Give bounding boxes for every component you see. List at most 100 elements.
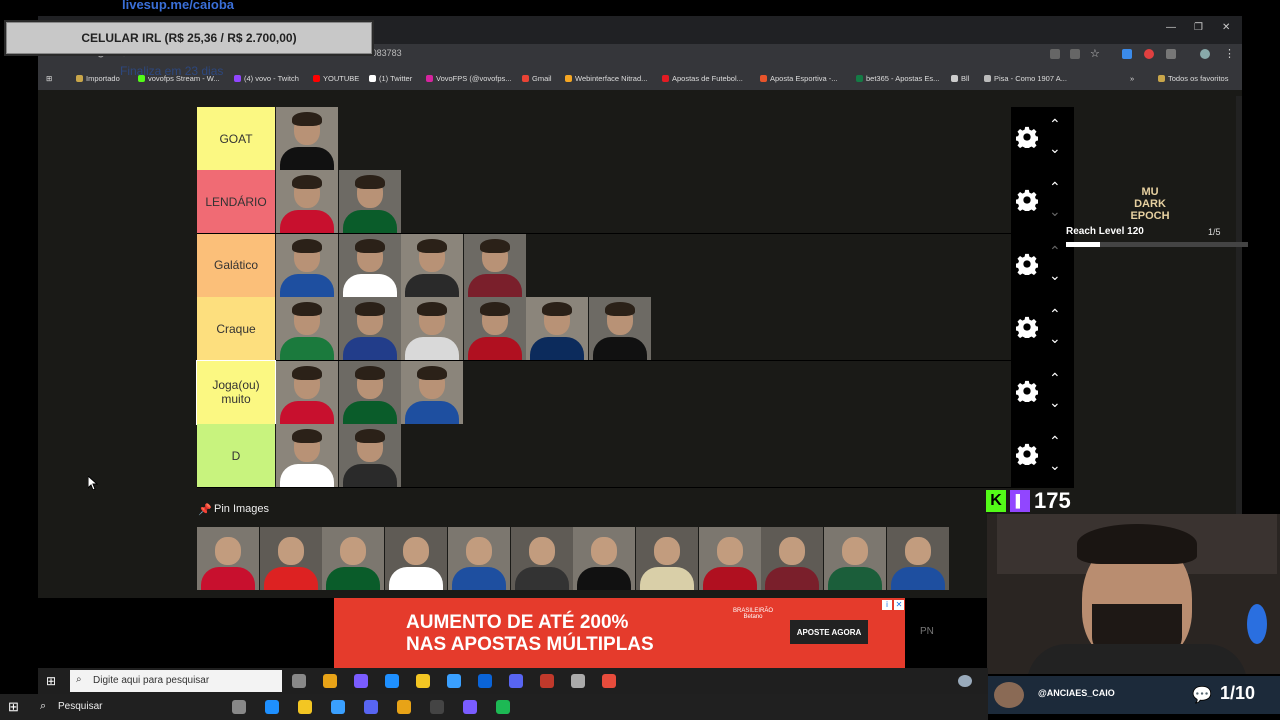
pin-player-image[interactable] [761,527,824,590]
profile-avatar[interactable] [1200,49,1210,59]
restore-icon[interactable]: ❐ [1194,22,1203,33]
store-icon[interactable] [331,700,345,714]
task-view-icon[interactable] [292,674,306,688]
explorer-icon[interactable] [298,700,312,714]
move-down-icon[interactable]: ⌄ [1049,458,1061,472]
pin-player-image[interactable] [573,527,636,590]
bookmark-gmail[interactable]: Gmail [522,74,552,83]
settings-gear-icon[interactable] [1016,253,1038,275]
bookmark-importado[interactable]: Importado [76,74,120,83]
pin-player-image[interactable] [322,527,385,590]
star-icon[interactable]: ☆ [1090,47,1100,60]
edge-icon[interactable] [385,674,399,688]
extension-icon-2[interactable] [1144,49,1154,59]
zoom-icon[interactable] [1070,49,1080,59]
player-image[interactable] [401,360,464,424]
pin-player-image[interactable] [510,527,573,590]
player-image[interactable] [338,424,401,487]
app-icon[interactable] [463,700,477,714]
player-image[interactable] [526,297,589,361]
player-image[interactable] [401,233,464,297]
move-up-icon[interactable]: ⌃ [1049,307,1061,321]
task-view-icon[interactable] [232,700,246,714]
outer-search-label[interactable]: Pesquisar [58,701,102,712]
discord-icon[interactable] [509,674,523,688]
outlook-icon[interactable] [478,674,492,688]
tier-label[interactable]: D [197,424,275,487]
settings-gear-icon[interactable] [1016,443,1038,465]
bookmark-twitch[interactable]: (4) vovo - Twitch [234,74,299,83]
ad-cta-button[interactable]: APOSTE AGORA [790,620,868,644]
app-icon-grey[interactable] [571,674,585,688]
settings-gear-icon[interactable] [1016,380,1038,402]
bookmark-bet365[interactable]: bet365 - Apostas Es... [856,74,939,83]
app-icon[interactable] [354,674,368,688]
player-image[interactable] [338,170,401,234]
player-image[interactable] [338,297,401,361]
start-icon[interactable]: ⊞ [8,699,19,715]
chrome-icon[interactable] [323,674,337,688]
player-image[interactable] [276,170,338,234]
pin-player-image[interactable] [886,527,949,590]
close-icon[interactable]: ✕ [1222,22,1230,33]
bookmark-aposta-esportiva[interactable]: Aposta Esportiva -... [760,74,838,83]
move-up-icon[interactable]: ⌃ [1049,244,1061,258]
pin-player-image[interactable] [824,527,886,590]
move-down-icon[interactable]: ⌄ [1049,331,1061,345]
edge-icon[interactable] [265,700,279,714]
bookmark-apostas-futebol[interactable]: Apostas de Futebol... [662,74,743,83]
apps-grid-icon[interactable]: ⊞ [46,74,52,83]
puzzle-icon[interactable] [1166,49,1176,59]
tier-label[interactable]: LENDÁRIO [197,170,275,234]
player-image[interactable] [338,233,401,297]
pin-player-image[interactable] [447,527,510,590]
pin-player-image[interactable] [385,527,448,590]
tier-label[interactable]: Joga(ou) muito [196,359,276,425]
move-down-icon[interactable]: ⌄ [1049,395,1061,409]
tier-label[interactable]: GOAT [197,107,275,170]
inner-start-icon[interactable]: ⊞ [46,674,56,688]
ad-close-icon[interactable]: ✕ [894,600,904,610]
bookmark-instagram[interactable]: VovoFPS (@vovofps... [426,74,512,83]
bookmarks-overflow-icon[interactable]: » [1130,74,1134,83]
tier-label[interactable]: Galático [197,233,275,297]
move-up-icon[interactable]: ⌃ [1049,371,1061,385]
player-image[interactable] [276,297,338,361]
tier-label[interactable]: Craque [197,297,275,361]
translate-icon[interactable] [1050,49,1060,59]
app-icon-red[interactable] [540,674,554,688]
player-image[interactable] [276,360,338,424]
player-image[interactable] [276,107,338,170]
pin-player-image[interactable] [698,527,761,590]
bookmark-twitter[interactable]: (1) Twitter [369,74,412,83]
bookmark-bll[interactable]: Bll [951,74,969,83]
move-down-icon[interactable]: ⌄ [1049,141,1061,155]
discord-icon[interactable] [364,700,378,714]
move-down-icon[interactable]: ⌄ [1049,268,1061,282]
chrome-icon[interactable] [397,700,411,714]
move-up-icon[interactable]: ⌃ [1049,434,1061,448]
player-image[interactable] [589,297,651,361]
move-down-icon[interactable]: ⌄ [1049,204,1061,218]
extension-icon[interactable] [1122,49,1132,59]
ad-info-icon[interactable]: i [882,600,892,610]
bookmark-nitrado[interactable]: Webinterface Nitrad... [565,74,647,83]
player-image[interactable] [463,233,526,297]
app-icon-mix[interactable] [602,674,616,688]
pin-player-image[interactable] [635,527,698,590]
bookmark-youtube[interactable]: YOUTUBE [313,74,359,83]
pin-player-image[interactable] [259,527,322,590]
obs-icon[interactable] [430,700,444,714]
explorer-icon[interactable] [416,674,430,688]
player-image[interactable] [401,297,464,361]
menu-dots-icon[interactable]: ⋮ [1224,47,1235,60]
settings-gear-icon[interactable] [1016,126,1038,148]
bookmark-pisa[interactable]: Pisa - Como 1907 A... [984,74,1067,83]
player-image[interactable] [276,233,338,297]
spotify-icon[interactable] [496,700,510,714]
player-image[interactable] [463,297,526,361]
settings-gear-icon[interactable] [1016,316,1038,339]
move-up-icon[interactable]: ⌃ [1049,180,1061,194]
settings-gear-icon[interactable] [1016,189,1038,212]
player-image[interactable] [276,424,338,487]
